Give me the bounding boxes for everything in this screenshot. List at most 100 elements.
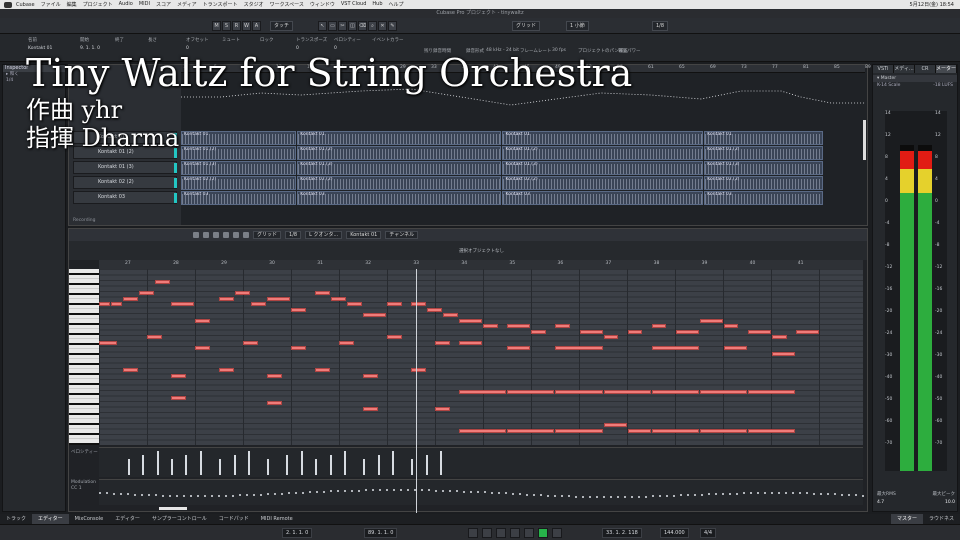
- velocity-bar[interactable]: [127, 459, 130, 475]
- midi-note[interactable]: [123, 296, 138, 301]
- menu-item[interactable]: 編集: [67, 1, 77, 8]
- modulation-point[interactable]: [624, 495, 626, 498]
- modulation-point[interactable]: [799, 492, 801, 495]
- midi-note[interactable]: [195, 346, 210, 350]
- midi-part[interactable]: Kontakt 02 (2): [297, 176, 502, 190]
- tempo-display[interactable]: 144.000: [660, 528, 689, 538]
- modulation-point[interactable]: [848, 493, 850, 496]
- midi-note[interactable]: [219, 368, 234, 372]
- modulation-point[interactable]: [806, 492, 808, 495]
- modulation-point[interactable]: [442, 489, 444, 492]
- midi-note[interactable]: [459, 390, 507, 394]
- modulation-point[interactable]: [470, 490, 472, 493]
- editor-channel-select[interactable]: チャンネル: [385, 231, 419, 239]
- midi-note[interactable]: [291, 307, 307, 312]
- velocity-bar[interactable]: [233, 455, 236, 475]
- midi-note[interactable]: [579, 329, 603, 334]
- midi-part[interactable]: Kontakt 01 (3): [704, 161, 823, 175]
- apple-icon[interactable]: [4, 1, 12, 8]
- modulation-point[interactable]: [358, 489, 360, 492]
- editor-hscrollbar[interactable]: [159, 507, 187, 510]
- menu-item[interactable]: スタジオ: [244, 1, 264, 8]
- forward-icon[interactable]: [496, 528, 506, 538]
- bottom-zone-tab[interactable]: エディター: [109, 514, 146, 524]
- midi-note[interactable]: [267, 373, 283, 378]
- midi-part[interactable]: Kontakt 03: [181, 191, 297, 205]
- velocity-bar[interactable]: [440, 451, 443, 475]
- modulation-point[interactable]: [232, 494, 234, 497]
- velocity-bar[interactable]: [411, 459, 414, 475]
- bottom-zone-tab[interactable]: コードパッド: [213, 514, 255, 524]
- menu-item[interactable]: MIDI: [139, 1, 150, 8]
- modulation-point[interactable]: [267, 493, 269, 496]
- midi-note[interactable]: [651, 324, 667, 328]
- modulation-point[interactable]: [253, 493, 255, 496]
- midi-part[interactable]: Kontakt 03: [704, 191, 823, 205]
- split-tool-icon[interactable]: ✂: [338, 21, 347, 31]
- editor-instrument-select[interactable]: Kontakt 01: [346, 231, 382, 239]
- modulation-point[interactable]: [449, 490, 451, 492]
- midi-note[interactable]: [171, 373, 186, 378]
- modulation-point[interactable]: [540, 494, 542, 497]
- modulation-point[interactable]: [589, 495, 591, 498]
- midi-note[interactable]: [555, 428, 603, 433]
- midi-note[interactable]: [531, 329, 547, 334]
- modulation-point[interactable]: [295, 492, 297, 495]
- left-locator[interactable]: 2. 1. 1. 0: [282, 528, 313, 538]
- midi-note[interactable]: [675, 329, 699, 334]
- toolbar-toggle-button[interactable]: S: [222, 21, 231, 31]
- midi-note[interactable]: [651, 346, 699, 350]
- midi-note[interactable]: [243, 340, 258, 345]
- editor-quantize-select[interactable]: 1/8: [285, 231, 302, 239]
- modulation-point[interactable]: [533, 493, 535, 496]
- modulation-point[interactable]: [274, 493, 276, 496]
- midi-note[interactable]: [747, 329, 771, 334]
- midi-note[interactable]: [651, 428, 699, 433]
- signature-display[interactable]: 4/4: [700, 528, 717, 538]
- position-display[interactable]: 33. 1. 2. 118: [602, 528, 642, 538]
- midi-note[interactable]: [555, 390, 603, 394]
- modulation-point[interactable]: [834, 493, 836, 496]
- velocity-bar[interactable]: [377, 455, 380, 475]
- track-header[interactable]: Kontakt 03: [73, 191, 177, 204]
- bottom-zone-tab[interactable]: MixConsole: [69, 514, 110, 524]
- right-zone-tab[interactable]: メディ...: [894, 65, 915, 73]
- midi-note[interactable]: [603, 423, 627, 427]
- midi-note[interactable]: [723, 346, 747, 350]
- right-zone-tab[interactable]: メーター: [936, 65, 957, 73]
- piano-keyboard[interactable]: [69, 269, 99, 445]
- midi-note[interactable]: [747, 428, 795, 433]
- toolbar-toggle-button[interactable]: W: [242, 21, 251, 31]
- velocity-bar[interactable]: [247, 451, 250, 475]
- midi-note[interactable]: [346, 302, 362, 306]
- modulation-point[interactable]: [659, 495, 661, 498]
- modulation-point[interactable]: [435, 489, 437, 492]
- menu-item[interactable]: スコア: [156, 1, 171, 8]
- modulation-point[interactable]: [596, 495, 598, 498]
- modulation-point[interactable]: [568, 495, 570, 498]
- menu-item[interactable]: ワークスペース: [270, 1, 304, 8]
- rewind-icon[interactable]: [482, 528, 492, 538]
- midi-note[interactable]: [699, 428, 747, 433]
- midi-note[interactable]: [507, 346, 531, 350]
- grid-select[interactable]: 1 小節: [566, 21, 589, 31]
- modulation-point[interactable]: [309, 491, 311, 494]
- modulation-point[interactable]: [820, 492, 822, 495]
- modulation-point[interactable]: [722, 492, 724, 495]
- toolbar-toggle-button[interactable]: M: [212, 21, 221, 31]
- play-icon[interactable]: [538, 528, 548, 538]
- velocity-bar[interactable]: [392, 451, 395, 475]
- modulation-point[interactable]: [260, 493, 262, 496]
- midi-note[interactable]: [315, 291, 331, 295]
- editor-draw-icon[interactable]: [203, 232, 209, 238]
- midi-note[interactable]: [267, 401, 283, 405]
- modulation-point[interactable]: [302, 491, 304, 494]
- midi-note[interactable]: [267, 296, 291, 301]
- modulation-point[interactable]: [379, 489, 381, 492]
- modulation-point[interactable]: [463, 490, 465, 493]
- midi-part[interactable]: Kontakt 01: [704, 131, 823, 145]
- velocity-bar[interactable]: [267, 459, 270, 475]
- modulation-point[interactable]: [456, 490, 458, 493]
- midi-note[interactable]: [699, 390, 747, 394]
- modulation-point[interactable]: [204, 494, 206, 497]
